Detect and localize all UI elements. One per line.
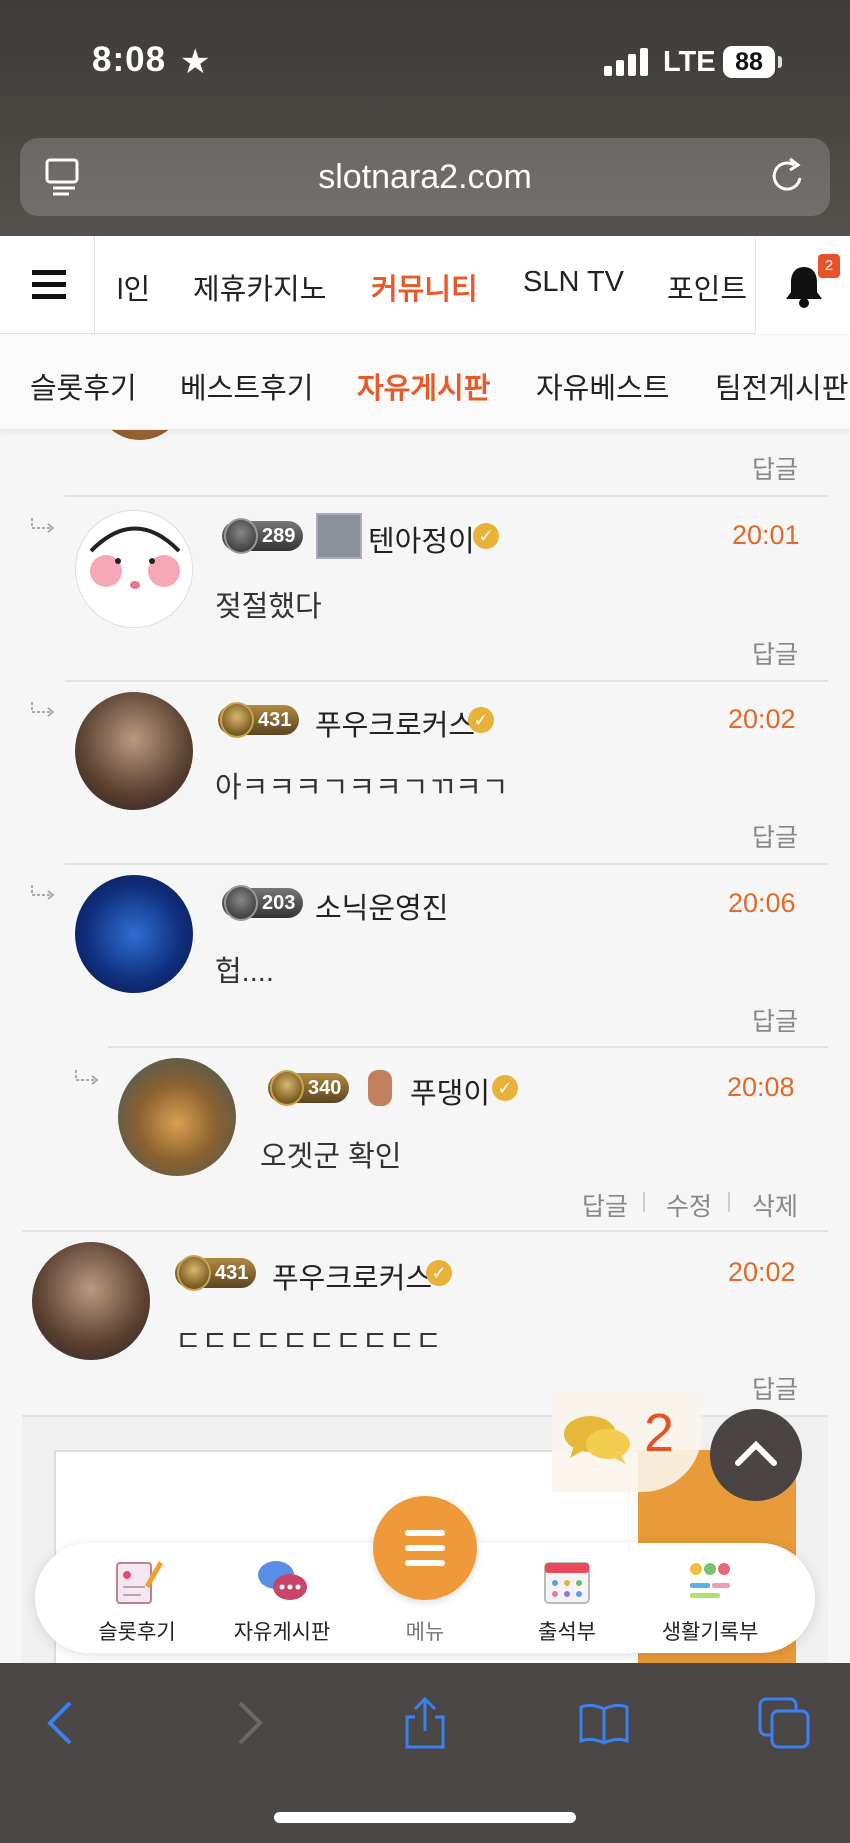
comment-time: 20:06 [728, 888, 796, 918]
main-nav: l인 제휴카지노 커뮤니티 SLN TV 포인트 2 [0, 236, 850, 334]
reply-arrow-icon [31, 702, 55, 717]
main-nav-scroll: l인 제휴카지노 커뮤니티 SLN TV 포인트 [95, 236, 755, 334]
chat-bubbles-icon [258, 1561, 307, 1600]
character-icon [368, 1070, 392, 1106]
home-indicator [274, 1812, 576, 1823]
tabs-icon[interactable] [758, 1697, 810, 1749]
comment-text: 아ㅋㅋㅋㄱㅋㅋㄱㄲㅋㄱ [215, 772, 509, 804]
reply-arrow-icon [31, 885, 55, 900]
sub-item-team-board[interactable]: 팀전게시판 [715, 365, 848, 407]
reload-icon[interactable] [768, 156, 808, 196]
avatar [75, 510, 193, 628]
avatar-face-icon [77, 512, 192, 627]
comment-text: 오겟군 확인 [260, 1141, 402, 1173]
reply-button[interactable]: 답글 [752, 1002, 798, 1038]
app-item-attendance[interactable]: 출석부 [497, 1543, 637, 1653]
divider [65, 495, 828, 497]
level-badge: 289 [222, 518, 304, 554]
star-icon: ★ [180, 43, 211, 81]
comment-text: 헙.... [215, 956, 274, 988]
level-badge: 431 [218, 702, 300, 738]
nav-item-login[interactable]: l인 [117, 266, 150, 308]
calendar-icon [544, 1562, 590, 1604]
avatar [118, 1058, 236, 1176]
bookmarks-icon[interactable] [578, 1697, 630, 1749]
app-item-free-board[interactable]: 자유게시판 [212, 1543, 352, 1653]
verified-icon: ✓ [492, 1075, 518, 1101]
comment-author[interactable]: 푸댕이 [410, 1070, 490, 1112]
signal-icon [604, 48, 650, 76]
comment-text: ㄷㄷㄷㄷㄷㄷㄷㄷㄷㄷ [175, 1326, 442, 1358]
reply-button[interactable]: 답글 [752, 818, 798, 854]
avatar [75, 692, 193, 810]
user-icon [316, 513, 362, 559]
nav-item-sln-tv[interactable]: SLN TV [523, 266, 624, 299]
delete-button[interactable]: 삭제 [752, 1187, 798, 1223]
nav-item-point[interactable]: 포인트 [667, 266, 747, 308]
level-badge: 431 [175, 1255, 257, 1291]
reply-arrow-icon [31, 518, 55, 533]
app-item-life-record[interactable]: 생활기록부 [640, 1543, 780, 1653]
url-text[interactable]: slotnara2.com [20, 158, 830, 197]
sub-item-free-board[interactable]: 자유게시판 [357, 365, 490, 407]
sub-nav: 슬롯후기 베스트후기 자유게시판 자유베스트 팀전게시판 [0, 335, 850, 430]
avatar [75, 875, 193, 993]
network-type: LTE [663, 46, 716, 78]
status-time: 8:08 [92, 40, 167, 79]
notepad-icon [116, 1561, 163, 1604]
notification-badge: 2 [818, 254, 840, 278]
comment-author[interactable]: 푸우크로커스 [272, 1255, 432, 1297]
separator [643, 1192, 645, 1212]
divider [108, 1046, 828, 1048]
back-icon[interactable] [38, 1697, 90, 1749]
battery-icon: 88 [723, 46, 775, 78]
app-item-slot-review[interactable]: 슬롯후기 [67, 1543, 207, 1653]
comment-author[interactable]: 소닉운영진 [315, 885, 448, 927]
edit-button[interactable]: 수정 [666, 1187, 712, 1223]
avatar [32, 1242, 150, 1360]
comment-count: 2 [644, 1403, 675, 1463]
reply-button[interactable]: 답글 [582, 1187, 628, 1223]
divider [65, 680, 828, 682]
level-badge: 203 [222, 885, 304, 921]
chevron-up-icon [735, 1440, 777, 1466]
comment-time: 20:01 [732, 520, 800, 550]
verified-icon: ✓ [426, 1260, 452, 1286]
comment-time: 20:02 [728, 1257, 796, 1287]
reply-arrow-icon [75, 1070, 99, 1085]
verified-icon: ✓ [468, 707, 494, 733]
scroll-top-button[interactable] [710, 1409, 802, 1501]
forward-icon[interactable] [220, 1697, 272, 1749]
reply-button[interactable]: 답글 [752, 450, 798, 486]
avatar [95, 430, 185, 440]
menu-button[interactable] [373, 1496, 477, 1600]
reply-button[interactable]: 답글 [752, 1370, 798, 1406]
divider [22, 1230, 828, 1232]
comment-count-float[interactable]: 2 [552, 1392, 702, 1492]
verified-icon: ✓ [473, 523, 499, 549]
comment-time: 20:08 [727, 1072, 795, 1102]
browser-header: 8:08 ★ LTE 88 slotnara2.com [0, 0, 850, 236]
separator [728, 1192, 730, 1212]
sub-item-best-review[interactable]: 베스트후기 [180, 365, 313, 407]
comment-time: 20:02 [728, 704, 796, 734]
nav-item-partner-casino[interactable]: 제휴카지노 [193, 266, 326, 308]
share-icon[interactable] [399, 1697, 451, 1749]
reply-button[interactable]: 답글 [752, 635, 798, 671]
sub-item-slot-review[interactable]: 슬롯후기 [30, 365, 137, 407]
divider [65, 863, 828, 865]
emoji-chart-icon [690, 1563, 730, 1598]
hamburger-menu-icon[interactable] [0, 236, 95, 334]
comment-author[interactable]: 텐아정이 [368, 518, 475, 560]
url-bar[interactable]: slotnara2.com [20, 138, 830, 216]
sub-item-free-best[interactable]: 자유베스트 [536, 365, 669, 407]
nav-item-community[interactable]: 커뮤니티 [371, 266, 478, 308]
comment-author[interactable]: 푸우크로커스 [315, 702, 475, 744]
comment-text: 젖절했다 [215, 591, 322, 623]
battery-nub [778, 56, 782, 68]
notification-button[interactable]: 2 [755, 236, 850, 334]
level-badge: 340 [268, 1070, 350, 1106]
chat-bubble-icon [564, 1416, 630, 1464]
